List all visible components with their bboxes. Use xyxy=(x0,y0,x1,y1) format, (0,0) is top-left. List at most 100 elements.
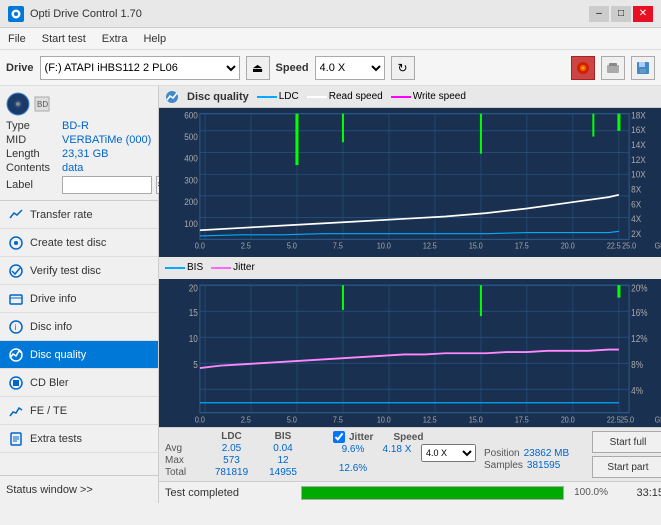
stats-bar: LDC BIS Avg 2.05 0.04 Max 573 12 Total 7… xyxy=(159,427,661,481)
svg-text:8%: 8% xyxy=(631,359,643,370)
status-window-label: Status window >> xyxy=(6,484,93,496)
refresh-button[interactable]: ↻ xyxy=(391,56,415,80)
svg-text:7.5: 7.5 xyxy=(333,414,343,424)
nav-items: Transfer rate Create test disc Verify te… xyxy=(0,201,158,475)
disc-mid-value: VERBATiMe (000) xyxy=(62,134,151,146)
svg-text:22.5: 22.5 xyxy=(607,241,621,250)
sidebar-item-extra-tests[interactable]: Extra tests xyxy=(0,425,158,453)
menu-bar: File Start test Extra Help xyxy=(0,28,661,50)
sidebar-item-create-test-disc[interactable]: Create test disc xyxy=(0,229,158,257)
right-stats: Position 23862 MB Samples 381595 xyxy=(484,431,584,471)
erase-button[interactable] xyxy=(601,56,625,80)
svg-text:200: 200 xyxy=(184,197,198,208)
svg-text:4%: 4% xyxy=(631,385,643,396)
main-container: BD Type BD-R MID VERBATiMe (000) Length … xyxy=(0,86,661,503)
svg-text:5.0: 5.0 xyxy=(287,414,297,424)
svg-text:25.0: 25.0 xyxy=(620,414,634,424)
row-total-ldc: 781819 xyxy=(204,467,259,478)
speed-col-header: Speed xyxy=(393,432,423,443)
speed-select-stats[interactable]: 4.0 X xyxy=(421,444,476,462)
bis-legend-label: BIS xyxy=(187,262,203,273)
col-header-bis: BIS xyxy=(263,431,303,442)
menu-start-test[interactable]: Start test xyxy=(34,31,94,47)
sidebar-item-disc-quality[interactable]: Disc quality xyxy=(0,341,158,369)
svg-text:100: 100 xyxy=(184,218,198,229)
speed-label: Speed xyxy=(276,62,309,74)
write-speed-legend-color xyxy=(391,96,411,98)
drive-info-icon xyxy=(8,291,24,307)
col-header-ldc: LDC xyxy=(204,431,259,442)
sidebar-item-verify-test-disc[interactable]: Verify test disc xyxy=(0,257,158,285)
right-stats-header xyxy=(484,431,584,447)
svg-text:17.5: 17.5 xyxy=(515,241,529,250)
jitter-legend-label: Jitter xyxy=(233,262,255,273)
sidebar-item-fe-te[interactable]: FE / TE xyxy=(0,397,158,425)
extra-tests-label: Extra tests xyxy=(30,433,82,445)
progress-bar-fill xyxy=(302,487,563,499)
disc-contents-value: data xyxy=(62,162,83,174)
row-max-label: Max xyxy=(165,455,200,466)
svg-text:15.0: 15.0 xyxy=(469,241,483,250)
svg-text:10X: 10X xyxy=(631,169,646,180)
disc-label-input[interactable] xyxy=(62,176,152,194)
sidebar-item-transfer-rate[interactable]: Transfer rate xyxy=(0,201,158,229)
lower-chart-header: BIS Jitter xyxy=(159,257,661,279)
svg-text:7.5: 7.5 xyxy=(333,241,343,250)
sidebar-item-disc-info[interactable]: i Disc info xyxy=(0,313,158,341)
start-part-button[interactable]: Start part xyxy=(592,456,661,478)
speed-select[interactable]: 4.0 X xyxy=(315,56,385,80)
menu-file[interactable]: File xyxy=(0,31,34,47)
status-text: Test completed xyxy=(165,487,295,499)
row-avg-speed: 4.18 X xyxy=(377,444,417,462)
burn-button[interactable] xyxy=(571,56,595,80)
svg-text:20%: 20% xyxy=(631,282,647,293)
svg-text:GB: GB xyxy=(655,241,661,250)
disc-info-icon: i xyxy=(8,319,24,335)
svg-text:2X: 2X xyxy=(631,229,641,240)
eject-button[interactable]: ⏏ xyxy=(246,56,270,80)
svg-text:GB: GB xyxy=(655,414,661,424)
sidebar-item-cd-bler[interactable]: CD Bler xyxy=(0,369,158,397)
disc-quality-label: Disc quality xyxy=(30,349,86,361)
svg-text:5.0: 5.0 xyxy=(287,241,297,250)
mid-label: MID xyxy=(6,134,58,146)
save-button[interactable] xyxy=(631,56,655,80)
svg-text:12%: 12% xyxy=(631,333,647,344)
charts-area: 600 500 400 300 200 100 18X 16X 14X 12X … xyxy=(159,108,661,427)
maximize-button[interactable]: □ xyxy=(611,6,631,22)
minimize-button[interactable]: – xyxy=(589,6,609,22)
type-label: Type xyxy=(6,120,58,132)
menu-help[interactable]: Help xyxy=(135,31,174,47)
read-speed-legend-label: Read speed xyxy=(329,91,383,102)
svg-text:15.0: 15.0 xyxy=(469,414,483,424)
menu-extra[interactable]: Extra xyxy=(94,31,136,47)
transfer-rate-label: Transfer rate xyxy=(30,209,93,221)
close-button[interactable]: ✕ xyxy=(633,6,653,22)
create-test-disc-label: Create test disc xyxy=(30,237,106,249)
position-label: Position xyxy=(484,448,520,459)
time-display: 33:15 xyxy=(614,487,661,499)
svg-text:0.0: 0.0 xyxy=(195,241,205,250)
progress-bar-container xyxy=(301,486,564,500)
start-full-button[interactable]: Start full xyxy=(592,431,661,453)
svg-text:16%: 16% xyxy=(631,307,647,318)
label-label: Label xyxy=(6,179,58,191)
sidebar: BD Type BD-R MID VERBATiMe (000) Length … xyxy=(0,86,159,503)
sidebar-item-drive-info[interactable]: Drive info xyxy=(0,285,158,313)
drive-select[interactable]: (F:) ATAPI iHBS112 2 PL06 xyxy=(40,56,240,80)
app-title: Opti Drive Control 1.70 xyxy=(30,8,142,20)
jitter-checkbox[interactable] xyxy=(333,431,345,443)
samples-label: Samples xyxy=(484,460,523,471)
row-avg-bis: 0.04 xyxy=(263,443,303,454)
fe-te-icon xyxy=(8,403,24,419)
svg-text:20: 20 xyxy=(189,282,198,293)
create-test-disc-icon xyxy=(8,235,24,251)
svg-text:12.5: 12.5 xyxy=(423,414,437,424)
svg-text:18X: 18X xyxy=(631,110,646,121)
chart-icon xyxy=(165,90,179,104)
progress-percent: 100.0% xyxy=(574,487,608,498)
svg-text:20.0: 20.0 xyxy=(561,241,575,250)
stats-table: LDC BIS Avg 2.05 0.04 Max 573 12 Total 7… xyxy=(165,431,325,478)
status-window-button[interactable]: Status window >> xyxy=(0,475,158,503)
svg-text:12.5: 12.5 xyxy=(423,241,437,250)
